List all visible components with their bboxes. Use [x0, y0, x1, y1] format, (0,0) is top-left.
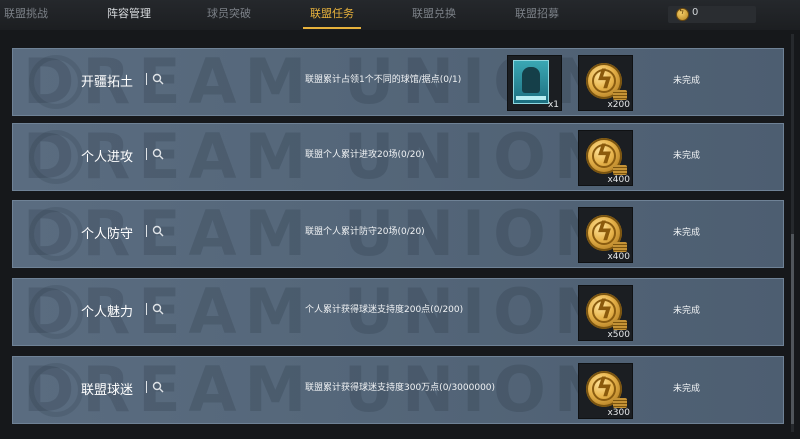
reward-player-card[interactable]: x1: [507, 55, 562, 111]
coin-icon: [676, 7, 689, 21]
task-row: DREAM UNION 个人魅力 个人累计获得球迷支持度200点(0/200) …: [12, 278, 784, 346]
task-description: 联盟个人累计防守20场(0/20): [305, 227, 425, 237]
task-status: 未完成: [673, 384, 701, 394]
tab-league-tasks[interactable]: 联盟任务: [303, 0, 361, 29]
reward-quantity: x400: [607, 252, 630, 262]
reward-quantity: x200: [607, 100, 630, 110]
scrollbar[interactable]: [791, 34, 794, 432]
currency-value: 0: [692, 7, 699, 18]
tab-bar: 联盟挑战 阵容管理 球员突破 联盟任务 联盟兑换 联盟招募 0: [0, 0, 800, 31]
scrollbar-thumb[interactable]: [791, 234, 794, 424]
divider: [146, 148, 147, 160]
tab-league-exchange[interactable]: 联盟兑换: [405, 0, 463, 28]
watermark-logo-icon: [29, 55, 83, 109]
reward-gold-coin[interactable]: x400: [578, 207, 633, 263]
search-icon[interactable]: [152, 148, 164, 160]
search-icon[interactable]: [152, 225, 164, 237]
reward-gold-coin[interactable]: x200: [578, 55, 633, 111]
task-status: 未完成: [673, 76, 701, 86]
task-row: DREAM UNION 个人进攻 联盟个人累计进攻20场(0/20) x400 …: [12, 123, 784, 191]
watermark-logo-icon: [29, 207, 83, 261]
currency-display: 0: [668, 6, 756, 23]
reward-gold-coin[interactable]: x500: [578, 285, 633, 341]
reward-quantity: x500: [607, 330, 630, 340]
watermark-logo-icon: [29, 285, 83, 339]
reward-quantity: x400: [607, 175, 630, 185]
task-title: 个人魅力: [81, 305, 134, 320]
divider: [146, 73, 147, 85]
tab-player-breakthrough[interactable]: 球员突破: [200, 0, 258, 28]
task-status: 未完成: [673, 306, 701, 316]
task-description: 联盟个人累计进攻20场(0/20): [305, 150, 425, 160]
tab-lineup-management[interactable]: 阵容管理: [100, 0, 158, 28]
task-row: DREAM UNION 联盟球迷 联盟累计获得球迷支持度300万点(0/3000…: [12, 356, 784, 424]
task-description: 联盟累计获得球迷支持度300万点(0/3000000): [305, 383, 496, 393]
task-row: DREAM UNION 个人防守 联盟个人累计防守20场(0/20) x400 …: [12, 200, 784, 268]
reward-quantity: x1: [547, 100, 559, 110]
search-icon[interactable]: [152, 303, 164, 315]
task-description: 个人累计获得球迷支持度200点(0/200): [305, 305, 464, 315]
tab-league-recruit[interactable]: 联盟招募: [508, 0, 566, 28]
search-icon[interactable]: [152, 73, 164, 85]
divider: [146, 303, 147, 315]
reward-gold-coin[interactable]: x400: [578, 130, 633, 186]
player-card-icon: [513, 60, 549, 104]
tab-league-challenge[interactable]: 联盟挑战: [0, 0, 52, 28]
task-title: 个人防守: [81, 227, 134, 242]
task-title: 联盟球迷: [81, 383, 134, 398]
watermark-logo-icon: [29, 130, 83, 184]
divider: [146, 381, 147, 393]
task-title: 个人进攻: [81, 150, 134, 165]
task-row: DREAM UNION 开疆拓土 联盟累计占领1个不同的球馆/据点(0/1) x…: [12, 48, 784, 116]
reward-quantity: x300: [607, 408, 630, 418]
reward-gold-coin[interactable]: x300: [578, 363, 633, 419]
task-title: 开疆拓土: [81, 75, 134, 90]
task-status: 未完成: [673, 228, 701, 238]
search-icon[interactable]: [152, 381, 164, 393]
task-status: 未完成: [673, 151, 701, 161]
divider: [146, 225, 147, 237]
task-description: 联盟累计占领1个不同的球馆/据点(0/1): [305, 75, 462, 85]
watermark-logo-icon: [29, 363, 83, 417]
